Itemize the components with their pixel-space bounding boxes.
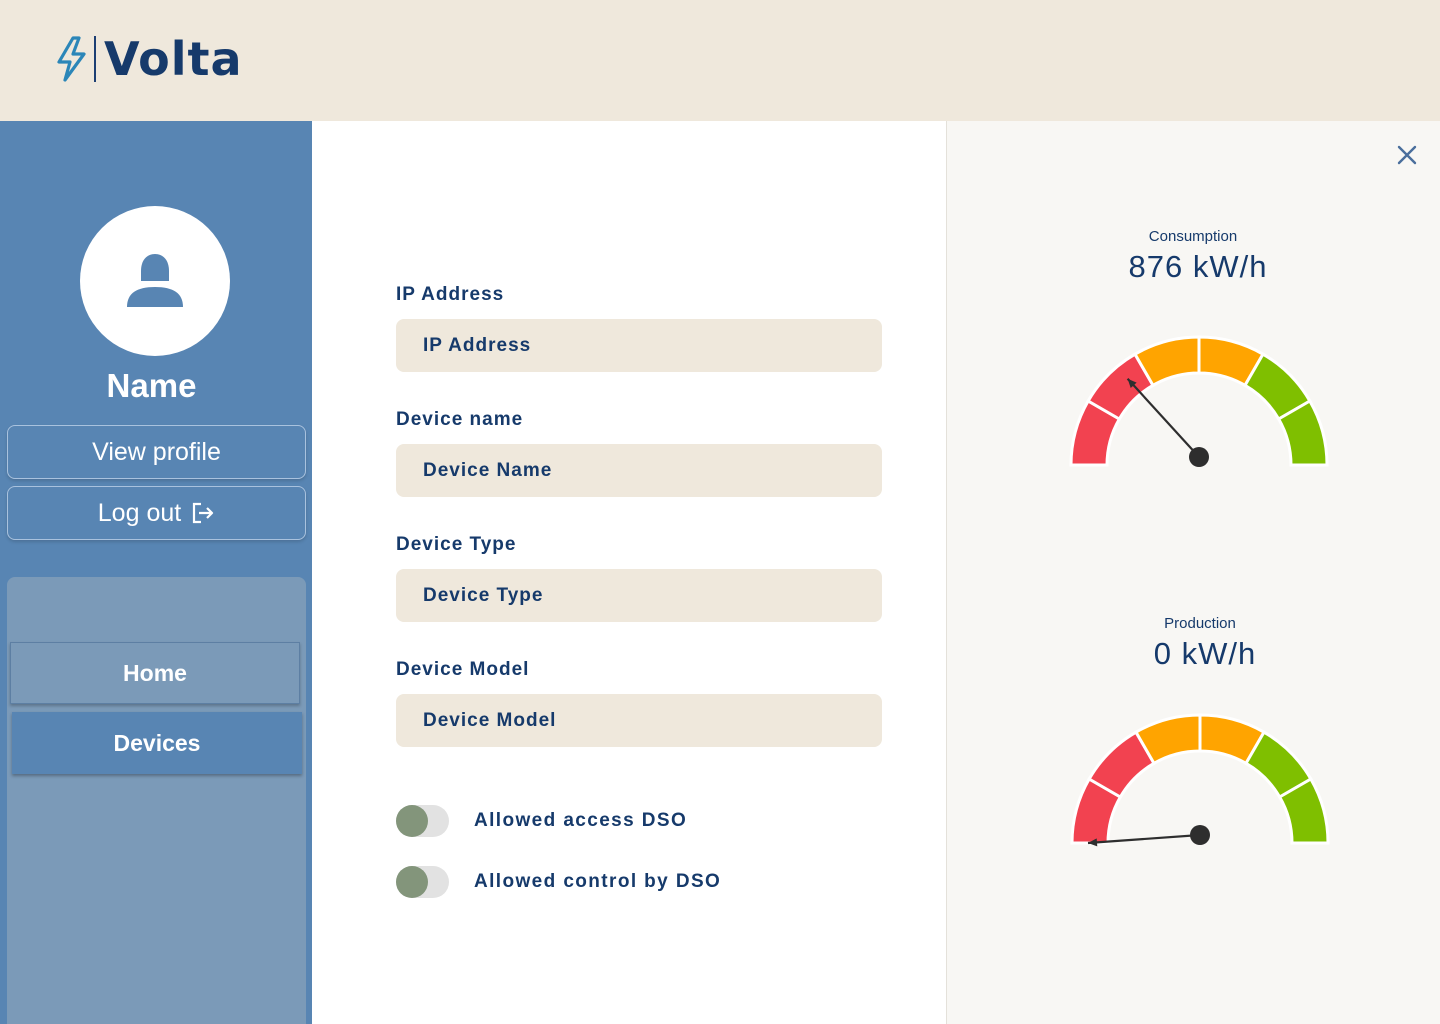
- energy-panel: Consumption 876 kW/h Production 0 kW/h: [946, 121, 1440, 1024]
- device-form: IP Address IP Address Device name Device…: [312, 121, 946, 1024]
- app-header: Volta: [0, 0, 1440, 121]
- sidebar: Name View profile Log out Home Devices: [0, 121, 312, 1024]
- logout-button[interactable]: Log out: [7, 486, 306, 540]
- nav-item-devices[interactable]: Devices: [12, 712, 302, 774]
- brand-name: Volta: [104, 32, 243, 86]
- allowed-access-dso-label: Allowed access DSO: [474, 810, 688, 831]
- nav-panel: Home Devices: [7, 577, 306, 1024]
- nav-item-home-label: Home: [123, 659, 187, 686]
- logout-label: Log out: [97, 498, 182, 527]
- avatar[interactable]: [80, 206, 230, 356]
- production-gauge: [1070, 713, 1330, 847]
- allowed-control-dso-toggle[interactable]: [396, 866, 449, 898]
- device-type-label: Device Type: [396, 534, 517, 555]
- nav-item-home[interactable]: Home: [10, 642, 300, 704]
- view-profile-label: View profile: [92, 437, 221, 466]
- toggle-knob: [396, 805, 428, 837]
- toggle-knob: [396, 866, 428, 898]
- production-value: 0 kW/h: [1153, 636, 1257, 671]
- consumption-gauge-needle: [1126, 377, 1200, 458]
- consumption-title: Consumption: [1148, 228, 1238, 245]
- device-name-label: Device name: [396, 409, 524, 430]
- production-gauge-hub: [1190, 825, 1210, 845]
- view-profile-button[interactable]: View profile: [7, 425, 306, 479]
- device-type-field[interactable]: Device Type: [396, 569, 882, 622]
- device-model-field[interactable]: Device Model: [396, 694, 882, 747]
- consumption-gauge-hub: [1189, 447, 1209, 467]
- toggle-row-control-dso: Allowed control by DSO: [396, 866, 721, 898]
- close-icon[interactable]: [1395, 143, 1419, 167]
- user-icon: [127, 254, 183, 307]
- logo-divider: [94, 36, 96, 82]
- ip-address-label: IP Address: [396, 284, 505, 305]
- device-name-field[interactable]: Device Name: [396, 444, 882, 497]
- production-title: Production: [1164, 615, 1236, 632]
- consumption-gauge: [1069, 335, 1329, 467]
- logout-icon: [193, 502, 214, 524]
- lightning-bolt-icon: [57, 36, 86, 82]
- toggle-row-access-dso: Allowed access DSO: [396, 805, 687, 837]
- volta-logo[interactable]: Volta: [54, 34, 243, 84]
- nav-item-devices-label: Devices: [113, 729, 201, 756]
- device-model-label: Device Model: [396, 659, 530, 680]
- allowed-control-dso-label: Allowed control by DSO: [474, 871, 722, 892]
- ip-address-field[interactable]: IP Address: [396, 319, 882, 372]
- consumption-value: 876 kW/h: [1128, 249, 1268, 284]
- user-name: Name: [106, 367, 197, 404]
- allowed-access-dso-toggle[interactable]: [396, 805, 449, 837]
